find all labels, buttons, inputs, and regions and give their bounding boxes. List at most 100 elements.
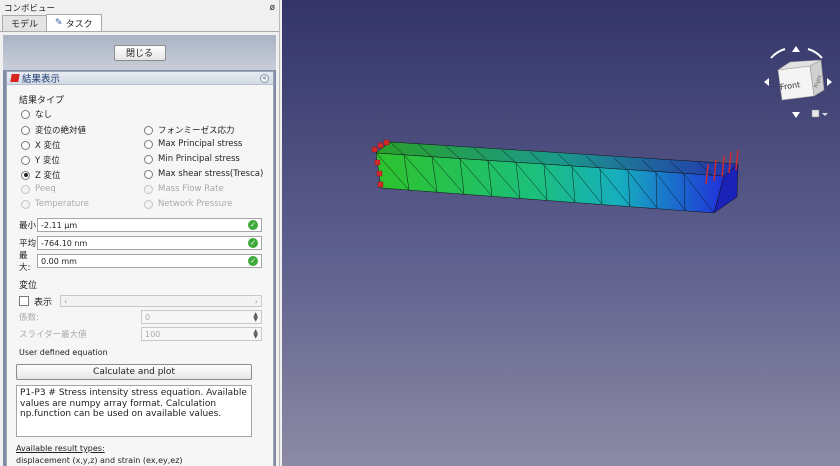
check-icon: ✓ [248,256,258,266]
radio-circle [21,155,30,165]
spin-arrows-icon[interactable]: ▲ ▼ [253,312,258,323]
displacement-slider[interactable]: ‹ › [60,295,262,307]
max-field[interactable]: 0.00 mm ✓ [37,254,262,268]
radio-circle [144,125,153,135]
radio-circle [21,184,30,194]
result-types-text: displacement (x,y,z) and strain (ex,ey,e… [16,456,183,465]
radio-max-principal[interactable]: Max Principal stress [144,139,242,149]
slider-max-label: スライダー最大値 [19,330,87,340]
radio-label: フォンミーゼス応力 [158,126,235,136]
radio-label: Y 変位 [35,156,60,166]
viewport-canvas: Front Right [371,46,832,214]
navcube-left-arrow-icon[interactable] [764,78,769,86]
combo-view-titlebar: コンボビュー ø [0,0,279,15]
avg-row: 平均 -764.10 nm ✓ [19,236,262,250]
factor-row: 係数: 0 ▲ ▼ [19,310,262,324]
slider-max-row: スライダー最大値 100 ▲ ▼ [19,327,262,341]
factor-spinbox[interactable]: 0 ▲ ▼ [141,310,262,324]
slider-max-value: 100 [145,329,161,339]
check-icon: ✓ [248,220,258,230]
radio-circle [21,109,30,119]
radio-none[interactable]: なし [21,108,52,120]
result-type-label: 結果タイプ [19,96,65,106]
radio-circle [21,125,30,135]
combo-view-title: コンボビュー [4,3,56,14]
avg-field[interactable]: -764.10 nm ✓ [37,236,262,250]
radio-peeq[interactable]: Peeq [21,184,56,194]
result-display-header[interactable]: 結果表示 « [7,72,273,85]
show-label: 表示 [34,297,53,308]
navcube-right-arrow-icon[interactable] [827,78,832,86]
radio-label: Mass Flow Rate [158,184,224,194]
pin-icon[interactable]: ø [270,3,275,13]
radio-von-mises[interactable]: フォンミーゼス応力 [144,124,235,136]
tab-model[interactable]: モデル [2,15,48,31]
radio-label: Peeq [35,184,56,194]
radio-label: Min Principal stress [158,154,240,164]
radio-circle [144,139,153,149]
combo-view-tabs: モデル ✎ タスク [0,14,279,32]
3d-viewport[interactable]: Front Right [282,0,840,466]
max-label: 最大: [19,251,31,273]
radio-circle [21,140,30,150]
slider-max-spinbox[interactable]: 100 ▲ ▼ [141,327,262,341]
factor-label: 係数: [19,313,39,323]
avg-value: -764.10 nm [41,238,88,248]
navcube-mini-cube-icon[interactable] [811,109,820,118]
radio-max-shear[interactable]: Max shear stress(Tresca) [144,169,263,179]
min-value: -2.11 μm [41,220,78,230]
radio-circle [144,199,153,209]
navcube-menu-arrow-icon[interactable] [822,113,828,116]
radio-label: X 変位 [35,141,61,151]
min-field[interactable]: -2.11 μm ✓ [37,218,262,232]
tab-tasks[interactable]: ✎ タスク [46,14,102,31]
radio-circle [144,169,153,179]
spin-arrows-icon[interactable]: ▲ ▼ [253,329,258,340]
check-icon: ✓ [248,238,258,248]
tab-model-label: モデル [11,20,39,30]
navcube-arc-top-right-icon[interactable] [807,48,823,59]
navigation-cube[interactable]: Front Right [764,46,832,118]
radio-network-pressure[interactable]: Network Pressure [144,199,233,209]
fem-results-icon [10,74,20,82]
radio-circle-checked [21,170,30,180]
combo-view-panel: コンボビュー ø モデル ✎ タスク 閉じる 結果表示 « 結果タイプ なし 変位… [0,0,280,466]
radio-temperature[interactable]: Temperature [21,199,89,209]
radio-label: Z 変位 [35,171,61,181]
max-value: 0.00 mm [41,256,77,266]
show-checkbox[interactable] [19,296,29,306]
radio-min-principal[interactable]: Min Principal stress [144,154,240,164]
slider-right-icon[interactable]: › [255,297,258,306]
radio-label: Network Pressure [158,199,233,209]
navcube-arc-top-left-icon[interactable] [770,48,786,59]
dialog-button-strip: 閉じる [3,35,276,70]
collapse-icon[interactable]: « [260,73,269,83]
slider-left-icon[interactable]: ‹ [64,297,67,306]
avg-label: 平均 [19,239,37,249]
radio-label: Temperature [35,199,89,209]
radio-circle [21,199,30,209]
radio-disp-y[interactable]: Y 変位 [21,154,60,166]
show-displacement-row: 表示 ‹ › [19,294,262,308]
radio-label: Max shear stress(Tresca) [158,169,264,179]
radio-label: なし [35,110,53,120]
result-display-title: 結果表示 [22,74,61,85]
close-button[interactable]: 閉じる [113,44,166,61]
min-row: 最小 -2.11 μm ✓ [19,218,262,232]
radio-disp-z[interactable]: Z 変位 [21,169,61,181]
navcube-down-arrow-icon[interactable] [792,112,800,118]
radio-label: Max Principal stress [158,139,243,149]
tab-tasks-label: タスク [65,19,93,30]
available-result-types-label: Available result types: [16,444,105,453]
max-row: 最大: 0.00 mm ✓ [19,251,262,273]
equation-textarea[interactable]: P1-P3 # Stress intensity stress equation… [16,385,252,437]
calculate-plot-button[interactable]: Calculate and plot [16,364,252,380]
radio-circle [144,184,153,194]
pencil-icon: ✎ [55,18,63,28]
min-label: 最小 [19,221,37,231]
radio-disp-abs[interactable]: 変位の絶対値 [21,124,86,136]
radio-disp-x[interactable]: X 変位 [21,139,61,151]
radio-mass-flow[interactable]: Mass Flow Rate [144,184,224,194]
navcube-up-arrow-icon[interactable] [792,46,800,52]
radio-label: 変位の絶対値 [35,126,87,136]
